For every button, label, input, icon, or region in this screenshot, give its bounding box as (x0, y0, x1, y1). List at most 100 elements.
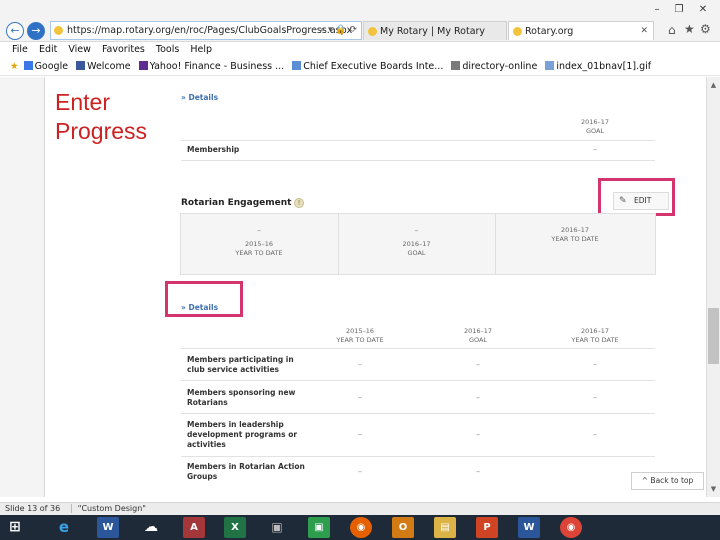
favorite-google[interactable]: Google (22, 58, 72, 75)
design-name: "Custom Design" (70, 504, 146, 513)
back-button[interactable]: ← (6, 22, 24, 40)
home-icon[interactable]: ⌂ (668, 23, 676, 37)
favorite-label: Chief Executive Boards Inte... (303, 61, 444, 72)
table-cell: – (593, 393, 597, 402)
favorite-yahoo-finance[interactable]: Yahoo! Finance - Business ... (137, 58, 288, 75)
divider (181, 140, 655, 141)
divider (181, 413, 655, 414)
divider (181, 456, 655, 457)
internet-explorer-icon[interactable]: e (53, 517, 75, 538)
membership-value: – (593, 145, 597, 154)
windows-start-icon[interactable]: ⊞ (4, 517, 26, 538)
page-icon (451, 61, 461, 70)
table-cell: – (358, 467, 362, 476)
status-bar: Slide 13 of 36 "Custom Design" (0, 502, 720, 515)
tab-label: My Rotary | My Rotary (380, 26, 486, 37)
store-icon[interactable]: ▣ (308, 517, 330, 538)
word-icon[interactable]: W (97, 517, 119, 538)
back-to-top-button[interactable]: ^ Back to top (631, 472, 704, 490)
column-label: YEAR TO DATE (336, 336, 384, 344)
membership-label: Membership (187, 145, 240, 154)
outlook-icon[interactable]: O (392, 517, 414, 538)
close-window-icon[interactable]: ✕ (692, 3, 714, 17)
table-row-label: Members in Rotarian Action Groups (187, 462, 327, 482)
scroll-down-icon[interactable]: ▼ (708, 483, 719, 495)
menu-view[interactable]: View (64, 42, 95, 58)
maximize-icon[interactable]: ❐ (668, 3, 690, 17)
word-icon[interactable]: W (518, 517, 540, 538)
row-label-line: Members participating in (187, 355, 294, 364)
yahoo-icon (138, 61, 148, 70)
page-left-margin (0, 77, 44, 497)
table-row-label: Members in leadership development progra… (187, 420, 327, 450)
card-year: 2015–16 (244, 240, 274, 248)
row-label-line: Rotarians (187, 398, 228, 407)
divider (181, 380, 655, 381)
menu-file[interactable]: File (8, 42, 32, 58)
favorites-star-icon[interactable]: ★ (10, 58, 19, 75)
close-tab-icon[interactable]: ✕ (640, 22, 648, 40)
table-cell: – (358, 360, 362, 369)
search-dropdown-icon[interactable]: ⌕ ▾ 🔒 ⟳ (320, 22, 357, 39)
favorites-star-icon[interactable]: ★ (684, 22, 695, 36)
tab-my-rotary[interactable]: My Rotary | My Rotary (363, 21, 507, 40)
address-bar[interactable]: https://map.rotary.org/en/roc/Pages/Club… (50, 21, 362, 40)
tab-rotary-org[interactable]: Rotary.org ✕ (508, 21, 654, 40)
onedrive-icon[interactable]: ☁ (140, 517, 162, 538)
menu-tools[interactable]: Tools (152, 42, 183, 58)
scrollbar-thumb[interactable] (708, 308, 719, 364)
details-label: Details (188, 93, 219, 102)
table-cell: – (358, 393, 362, 402)
favorites-bar: ★ Google Welcome Yahoo! Finance - Busine… (0, 58, 720, 76)
column-year: 2016–17 (580, 327, 610, 335)
menu-edit[interactable]: Edit (35, 42, 61, 58)
scrollbar-track[interactable] (706, 77, 720, 497)
favorite-label: index_01bnav[1].gif (556, 61, 652, 72)
settings-gear-icon[interactable]: ⚙ (700, 22, 711, 36)
favorite-chief-executive-boards[interactable]: Chief Executive Boards Inte... (290, 58, 446, 75)
minimize-icon[interactable]: – (646, 3, 668, 17)
forward-button[interactable]: → (27, 22, 45, 40)
site-favicon-icon (54, 26, 63, 35)
card-label: YEAR TO DATE (551, 235, 599, 243)
table-cell: – (358, 430, 362, 439)
table-cell: – (593, 430, 597, 439)
table-cell: – (476, 430, 480, 439)
divider (181, 348, 655, 349)
favorite-label: Yahoo! Finance - Business ... (149, 61, 285, 72)
row-label-line: club service activities (187, 365, 280, 374)
row-label-line: Groups (187, 472, 218, 481)
tab-favicon-icon (513, 27, 522, 36)
goal-column-label: GOAL (585, 127, 605, 135)
folder-icon[interactable]: ▤ (434, 517, 456, 538)
card-year: 2016–17 (560, 226, 590, 234)
firefox-icon[interactable]: ◉ (350, 517, 372, 538)
info-icon[interactable]: ! (294, 198, 304, 208)
menu-favorites[interactable]: Favorites (98, 42, 149, 58)
row-label-line: Members sponsoring new (187, 388, 296, 397)
favorite-index-gif[interactable]: index_01bnav[1].gif (543, 58, 654, 75)
table-cell: – (593, 360, 597, 369)
page-icon (292, 61, 302, 70)
engagement-title: Rotarian Engagement (181, 198, 292, 208)
excel-icon[interactable]: X (224, 517, 246, 538)
file-explorer-icon[interactable]: ▣ (266, 517, 288, 538)
details-highlight-box (165, 281, 243, 317)
card-label: GOAL (407, 249, 426, 257)
chrome-icon[interactable]: ◉ (560, 517, 582, 538)
table-row-label: Members participating in club service ac… (187, 355, 327, 375)
scroll-up-icon[interactable]: ▲ (708, 79, 719, 91)
row-label-line: Members in Rotarian Action (187, 462, 305, 471)
table-row-label: Members sponsoring new Rotarians (187, 388, 327, 408)
slide-counter: Slide 13 of 36 (5, 504, 61, 513)
column-year: 2016–17 (463, 327, 493, 335)
access-icon[interactable]: A (183, 517, 205, 538)
details-link-top[interactable]: » Details (181, 85, 218, 104)
favorite-welcome[interactable]: Welcome (74, 58, 133, 75)
menu-help[interactable]: Help (186, 42, 216, 58)
column-label: YEAR TO DATE (571, 336, 619, 344)
card-divider (495, 213, 496, 275)
favorite-directory-online[interactable]: directory-online (449, 58, 540, 75)
navigation-bar: ← → https://map.rotary.org/en/roc/Pages/… (0, 20, 720, 42)
powerpoint-icon[interactable]: P (476, 517, 498, 538)
